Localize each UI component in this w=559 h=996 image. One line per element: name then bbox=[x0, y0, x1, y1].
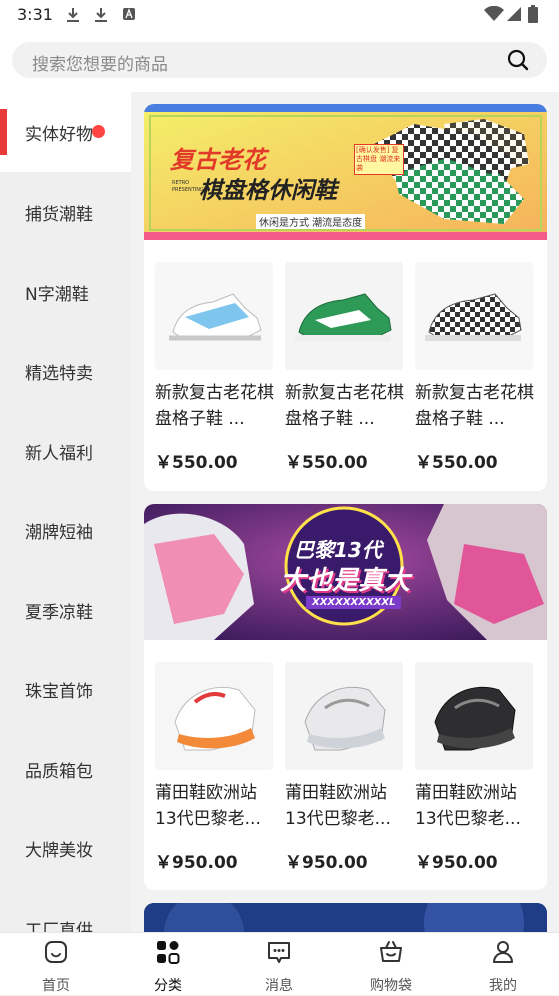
search-icon[interactable] bbox=[507, 49, 529, 71]
banner-brand: RETRO PRESENTING bbox=[172, 180, 204, 193]
badge-dot bbox=[92, 125, 105, 138]
signal-icon bbox=[507, 7, 521, 21]
basket-icon bbox=[380, 941, 402, 962]
nav-label: 首页 bbox=[42, 978, 70, 994]
category-icon bbox=[157, 941, 180, 964]
sidebar-item-buhuo-chaoxie[interactable]: 捕货潮鞋 bbox=[0, 172, 131, 252]
app-notification-icon bbox=[123, 8, 135, 20]
product-price: ￥550.00 bbox=[155, 453, 238, 473]
nav-label: 我的 bbox=[489, 978, 517, 994]
battery-icon bbox=[528, 5, 538, 23]
user-icon bbox=[493, 941, 513, 963]
product-image[interactable] bbox=[415, 662, 533, 770]
download-icon bbox=[95, 8, 107, 22]
message-icon bbox=[268, 942, 290, 963]
nav-label: 分类 bbox=[154, 978, 182, 994]
product-section-card: 巴黎13代 大也是真大 XXXXXXXXXXL 莆田鞋欧洲站13代巴黎老... … bbox=[144, 504, 547, 890]
sidebar-item-label: 珠宝首饰 bbox=[25, 682, 93, 702]
nav-home[interactable]: 首页 bbox=[16, 933, 96, 996]
nav-category[interactable]: 分类 bbox=[128, 933, 208, 996]
sidebar-item-label: 品质箱包 bbox=[25, 762, 93, 782]
nav-messages[interactable]: 消息 bbox=[239, 933, 319, 996]
banner-tagline: XXXXXXXXXXL bbox=[306, 596, 402, 609]
product-price: ￥550.00 bbox=[415, 453, 498, 473]
promo-banner-partial[interactable] bbox=[144, 903, 547, 932]
category-sidebar: 实体好物 捕货潮鞋 N字潮鞋 精选特卖 新人福利 潮牌短袖 夏季凉鞋 珠宝首饰 … bbox=[0, 92, 131, 932]
banner-title-line1: 巴黎13代 bbox=[294, 538, 382, 562]
product-image[interactable] bbox=[285, 662, 403, 770]
sidebar-item-label: 潮牌短袖 bbox=[25, 523, 93, 543]
sidebar-item-n-chaoxie[interactable]: N字潮鞋 bbox=[0, 252, 131, 332]
sidebar-item-pinzhi-xiangbao[interactable]: 品质箱包 bbox=[0, 729, 131, 809]
sidebar-item-chaopai-duanxiu[interactable]: 潮牌短袖 bbox=[0, 490, 131, 570]
download-icon bbox=[67, 8, 79, 22]
search-input[interactable]: 搜索您想要的商品 bbox=[12, 42, 547, 78]
nav-shopping-bag[interactable]: 购物袋 bbox=[351, 933, 431, 996]
banner-title-line1: 复古老花 bbox=[170, 146, 266, 174]
nav-label: 购物袋 bbox=[370, 978, 412, 994]
product-title: 莆田鞋欧洲站13代巴黎老... bbox=[415, 783, 521, 829]
sidebar-item-xinren-fuli[interactable]: 新人福利 bbox=[0, 411, 131, 491]
sidebar-item-xiaji-liangxie[interactable]: 夏季凉鞋 bbox=[0, 570, 131, 650]
sidebar-item-dapai-meizhuang[interactable]: 大牌美妆 bbox=[0, 808, 131, 888]
product-title: 新款复古老花棋盘格子鞋 ... bbox=[415, 383, 534, 429]
product-image[interactable] bbox=[415, 262, 533, 370]
sidebar-item-label: 夏季凉鞋 bbox=[25, 603, 93, 623]
product-image[interactable] bbox=[285, 262, 403, 370]
sidebar-item-jingxuan-temai[interactable]: 精选特卖 bbox=[0, 331, 131, 411]
banner-title-line2: 大也是真大 bbox=[280, 566, 411, 596]
sidebar-item-label: 新人福利 bbox=[25, 444, 93, 464]
sidebar-item-label: 大牌美妆 bbox=[25, 841, 93, 861]
bottom-navigation: 首页 分类 消息 购物袋 我的 bbox=[0, 932, 559, 995]
search-placeholder: 搜索您想要的商品 bbox=[32, 55, 168, 75]
sidebar-item-label: 精选特卖 bbox=[25, 364, 93, 384]
banner-image bbox=[144, 903, 547, 932]
banner-tagline: 休闲是方式 潮流是态度 bbox=[256, 214, 366, 229]
product-price: ￥950.00 bbox=[285, 853, 368, 873]
product-title: 新款复古老花棋盘格子鞋 ... bbox=[155, 383, 274, 429]
sidebar-item-label: N字潮鞋 bbox=[25, 285, 89, 305]
product-title: 莆田鞋欧洲站13代巴黎老... bbox=[285, 783, 391, 829]
sidebar-item-label: 工厂直供 bbox=[25, 921, 93, 932]
product-content-area: 复古老花 棋盘格休闲鞋 休闲是方式 潮流是态度 RETRO PRESENTING… bbox=[131, 92, 559, 932]
product-price: ￥950.00 bbox=[415, 853, 498, 873]
wifi-icon bbox=[484, 6, 504, 21]
search-bar-container: 搜索您想要的商品 bbox=[0, 32, 559, 92]
product-title: 莆田鞋欧洲站13代巴黎老... bbox=[155, 783, 261, 829]
sidebar-item-shiti-haowu[interactable]: 实体好物 bbox=[0, 92, 131, 172]
sidebar-item-zhubao-shoushi[interactable]: 珠宝首饰 bbox=[0, 649, 131, 729]
product-price: ￥550.00 bbox=[285, 453, 368, 473]
sidebar-item-label: 实体好物 bbox=[25, 125, 93, 145]
sidebar-item-gongchang-zhigong[interactable]: 工厂直供 bbox=[0, 888, 131, 932]
banner-title-line2: 棋盘格休闲鞋 bbox=[199, 178, 337, 204]
product-image[interactable] bbox=[155, 662, 273, 770]
product-price: ￥950.00 bbox=[155, 853, 238, 873]
nav-label: 消息 bbox=[265, 978, 293, 994]
nav-profile[interactable]: 我的 bbox=[463, 933, 543, 996]
product-section-card: 复古老花 棋盘格休闲鞋 休闲是方式 潮流是态度 RETRO PRESENTING… bbox=[144, 104, 547, 491]
active-indicator bbox=[0, 109, 7, 155]
status-bar: 3:31 bbox=[0, 0, 559, 32]
product-image[interactable] bbox=[155, 262, 273, 370]
home-icon bbox=[45, 941, 67, 963]
product-title: 新款复古老花棋盘格子鞋 ... bbox=[285, 383, 404, 429]
status-time: 3:31 bbox=[17, 5, 53, 24]
sidebar-item-label: 捕货潮鞋 bbox=[25, 205, 93, 225]
banner-stamp: [确认发售] 复古棋盘 潮流来袭 bbox=[354, 144, 404, 175]
